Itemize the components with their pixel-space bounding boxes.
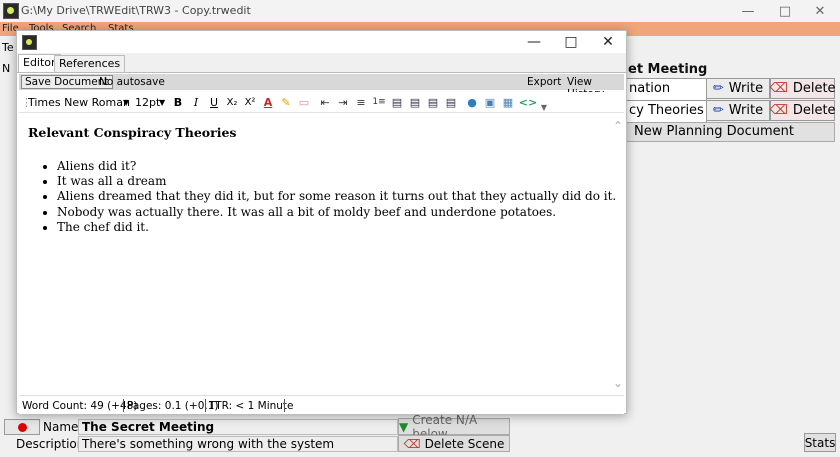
delete-icon: ⌫: [769, 103, 788, 118]
table-icon[interactable]: ▦: [501, 95, 515, 109]
close-icon[interactable]: ✕: [800, 0, 840, 22]
planning-row[interactable]: cy Theories: [626, 100, 707, 123]
editor-dialog: — □ ✕ Editor References Save Document No…: [16, 30, 627, 414]
image-icon[interactable]: ▣: [483, 95, 497, 109]
minimize-icon[interactable]: —: [728, 0, 768, 22]
underline-icon[interactable]: U: [207, 95, 221, 109]
code-icon[interactable]: <>: [519, 95, 537, 109]
planning-row-name: cy Theories: [629, 103, 704, 118]
document-action-bar: Save Document No autosave Export View Hi…: [19, 74, 624, 100]
delete-scene-button[interactable]: ⌫ Delete Scene: [398, 435, 510, 452]
dialog-titlebar: — □ ✕: [17, 31, 626, 53]
scroll-up-icon[interactable]: ⌃: [613, 119, 623, 133]
app-icon: [22, 35, 37, 50]
close-icon[interactable]: ✕: [589, 31, 627, 53]
app-icon: [3, 3, 19, 19]
list-item: Aliens dreamed that they did it, but for…: [57, 189, 616, 204]
list-item: Aliens did it?: [57, 159, 616, 174]
new-planning-document-button[interactable]: New Planning Document: [626, 122, 835, 142]
maximize-icon[interactable]: □: [765, 0, 805, 22]
planning-row-name: nation: [629, 81, 671, 96]
planning-row[interactable]: nation: [626, 78, 707, 101]
subscript-icon[interactable]: X₂: [225, 95, 239, 109]
font-size-select[interactable]: 12pt: [135, 94, 160, 110]
highlight-icon[interactable]: ✎: [279, 95, 293, 109]
formatting-toolbar: ⋮ Times New Roman ▼ 12pt ▼ B I U X₂ X² A…: [19, 92, 624, 113]
delete-button[interactable]: ⌫ Delete: [769, 78, 836, 99]
write-label: Write: [728, 81, 764, 96]
dialog-statusbar: Word Count: 49 (+48) Pages: 0.1 (+0.1) T…: [19, 395, 624, 414]
reading-time: TTR: < 1 Minute: [209, 400, 294, 412]
maximize-icon[interactable]: □: [552, 31, 590, 53]
chevron-down-icon[interactable]: ▼: [123, 94, 129, 110]
minimize-icon[interactable]: —: [515, 31, 553, 53]
link-icon[interactable]: ●: [465, 95, 479, 109]
word-count: Word Count: 49 (+48): [22, 400, 138, 412]
autosave-status: No autosave: [99, 76, 165, 88]
delete-button[interactable]: ⌫ Delete: [769, 100, 836, 121]
status-divider: [123, 399, 124, 412]
superscript-icon[interactable]: X²: [243, 95, 257, 109]
write-button[interactable]: ✏ Write: [706, 78, 770, 99]
dialog-tabs: Editor References: [17, 53, 626, 73]
main-titlebar: G:\My Drive\TRWEdit\TRW3 - Copy.trwedit …: [0, 0, 840, 22]
down-arrow-icon: ▼: [399, 419, 409, 434]
eraser-icon[interactable]: ▭: [297, 95, 311, 109]
status-divider: [205, 399, 206, 412]
bullet-list-icon[interactable]: ≡: [354, 95, 368, 109]
bold-icon[interactable]: B: [171, 95, 185, 109]
delete-icon: ⌫: [769, 81, 788, 96]
record-button[interactable]: [4, 419, 40, 435]
tab-references[interactable]: References: [54, 55, 126, 72]
write-button[interactable]: ✏ Write: [706, 100, 770, 121]
delete-icon: ⌫: [403, 436, 421, 451]
indent-icon[interactable]: ⇥: [336, 95, 350, 109]
scene-description-field[interactable]: There's something wrong with the system: [78, 436, 398, 452]
status-divider: [284, 399, 285, 412]
list-item: Nobody was actually there. It was all a …: [57, 205, 616, 220]
delete-label: Delete: [792, 81, 836, 96]
main-window-title: G:\My Drive\TRWEdit\TRW3 - Copy.trwedit: [21, 4, 251, 17]
scene-heading: et Meeting: [628, 62, 708, 77]
left-label-te: Te: [2, 41, 14, 54]
left-label-n: N: [2, 62, 11, 75]
outdent-icon[interactable]: ⇤: [318, 95, 332, 109]
delete-label: Delete: [792, 103, 836, 118]
name-label: Name:: [43, 420, 83, 434]
font-family-select[interactable]: Times New Roman: [28, 94, 130, 110]
scene-name-field[interactable]: The Secret Meeting: [78, 419, 398, 435]
numbered-list-icon[interactable]: 1≡: [372, 95, 386, 109]
italic-icon[interactable]: I: [189, 95, 203, 109]
document-heading: Relevant Conspiracy Theories: [28, 125, 237, 140]
list-item: The chef did it.: [57, 220, 616, 235]
font-color-icon[interactable]: A: [261, 95, 275, 109]
conspiracy-list: Aliens did it? It was all a dream Aliens…: [19, 159, 616, 235]
delete-scene-label: Delete Scene: [424, 436, 505, 451]
pencil-icon: ✏: [712, 81, 724, 96]
chevron-down-icon[interactable]: ▼: [159, 94, 165, 110]
justify-icon[interactable]: ▤: [444, 95, 458, 109]
create-below-button[interactable]: ▼ Create N/A below: [398, 413, 510, 441]
record-icon: [18, 423, 27, 432]
document-editor[interactable]: Relevant Conspiracy Theories Aliens did …: [19, 113, 616, 395]
pencil-icon: ✏: [712, 103, 724, 118]
write-label: Write: [728, 103, 764, 118]
align-right-icon[interactable]: ▤: [426, 95, 440, 109]
align-center-icon[interactable]: ▤: [408, 95, 422, 109]
align-left-icon[interactable]: ▤: [390, 95, 404, 109]
stats-button[interactable]: Stats: [804, 433, 836, 452]
scroll-down-icon[interactable]: ⌄: [613, 376, 623, 390]
export-link[interactable]: Export: [527, 76, 561, 88]
list-item: It was all a dream: [57, 174, 616, 189]
toolbar-overflow-icon[interactable]: ▼: [537, 100, 551, 114]
